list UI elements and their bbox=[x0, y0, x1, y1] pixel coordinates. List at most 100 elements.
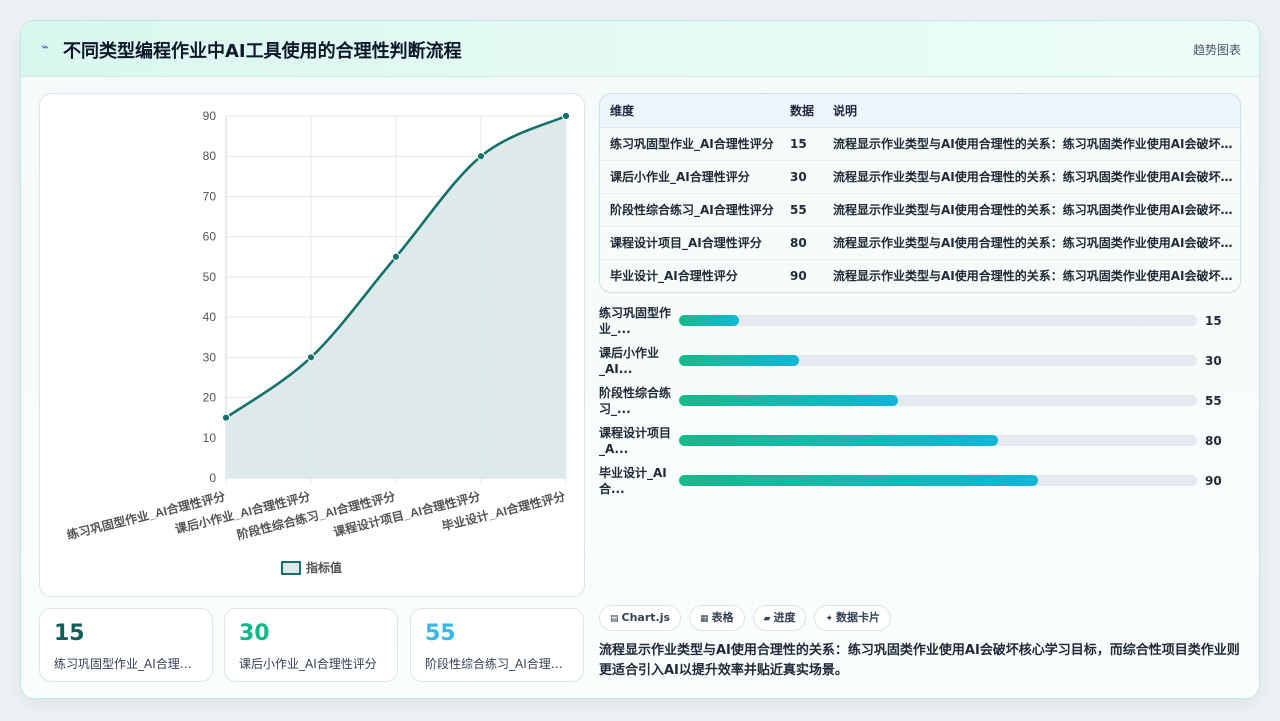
stat-card-3: 55 阶段性综合练习_AI合理性评分 bbox=[410, 608, 584, 682]
page-title: 不同类型编程作业中AI工具使用的合理性判断流程 bbox=[63, 41, 462, 62]
table-cell-value: 55 bbox=[780, 193, 823, 227]
table-cell-value: 30 bbox=[780, 160, 823, 194]
x-tick-label: 课程设计项目_AI合理性评分 bbox=[332, 488, 482, 539]
tag-label: 表格 bbox=[711, 611, 734, 624]
dashboard-card: ⌁ 不同类型编程作业中AI工具使用的合理性判断流程 趋势图表 0 10 20 30 40… bbox=[20, 20, 1260, 699]
table-row: 课后小作业_AI合理性评分 30 流程显示作业类型与AI使用合理性的关系：练习巩… bbox=[600, 160, 1240, 194]
tag-label: Chart.js bbox=[621, 611, 671, 624]
progress-fill bbox=[679, 435, 998, 446]
header: ⌁ 不同类型编程作业中AI工具使用的合理性判断流程 趋势图表 bbox=[21, 21, 1259, 77]
data-point bbox=[476, 152, 486, 161]
progress-row: 课后小作业_AI... 30 bbox=[599, 343, 1241, 383]
chart-type-badge: 趋势图表 bbox=[1192, 43, 1241, 57]
table-header-value: 数据 bbox=[780, 94, 823, 128]
progress-fill bbox=[679, 355, 799, 366]
table-row: 课程设计项目_AI合理性评分 80 流程显示作业类型与AI使用合理性的关系：练习… bbox=[600, 226, 1240, 260]
data-point bbox=[221, 413, 231, 422]
view-tags: ▤ Chart.js ▦ 表格 ▰ 进度 ✦ 数据卡片 bbox=[599, 605, 892, 631]
table-row: 练习巩固型作业_AI合理性评分 15 流程显示作业类型与AI使用合理性的关系：练… bbox=[600, 127, 1240, 161]
data-table: 维度 数据 说明 练习巩固型作业_AI合理性评分 15 流程显示作业类型与AI使… bbox=[600, 94, 1240, 292]
progress-fill bbox=[679, 315, 739, 326]
y-tick-label: 10 bbox=[203, 431, 217, 445]
progress-value: 80 bbox=[1205, 434, 1222, 448]
progress-label: 练习巩固型作业_... bbox=[599, 306, 672, 336]
table-cell-value: 15 bbox=[780, 127, 823, 161]
progress-row: 毕业设计_AI合... 90 bbox=[599, 463, 1241, 503]
trend-icon: ⌁ bbox=[41, 40, 49, 55]
y-tick-label: 50 bbox=[203, 270, 217, 284]
data-point bbox=[391, 252, 401, 261]
tag-label: 数据卡片 bbox=[836, 611, 881, 624]
tag-label: 进度 bbox=[773, 611, 796, 624]
table-cell-dimension: 阶段性综合练习_AI合理性评分 bbox=[600, 193, 780, 227]
stat-card-label: 课后小作业_AI合理性评分 bbox=[239, 657, 377, 671]
tag-data-cards[interactable]: ✦ 数据卡片 bbox=[814, 605, 892, 631]
tag-table[interactable]: ▦ 表格 bbox=[689, 605, 745, 631]
table-cell-dimension: 毕业设计_AI合理性评分 bbox=[610, 269, 738, 284]
line-chart-panel: 0 10 20 30 40 50 60 70 80 90 练习巩固型作业_AI合理性评分 课后小作业_… bbox=[39, 93, 585, 597]
table-row: 阶段性综合练习_AI合理性评分 55 流程显示作业类型与AI使用合理性的关系：练… bbox=[600, 193, 1240, 227]
y-tick-label: 70 bbox=[203, 189, 217, 203]
summary-text: 流程显示作业类型与AI使用合理性的关系：练习巩固类作业使用AI会破坏核心学习目标… bbox=[599, 643, 1240, 678]
table-cell-description: 流程显示作业类型与AI使用合理性的关系：练习巩固类作业使用AI会破坏核心学习目标… bbox=[823, 160, 1240, 194]
table-cell-description: 流程显示作业类型与AI使用合理性的关系：练习巩固类作业使用AI会破坏核心学习目标… bbox=[823, 127, 1240, 161]
progress-label: 课后小作业_AI... bbox=[599, 346, 660, 376]
y-tick-label: 60 bbox=[203, 230, 217, 244]
progress-value: 55 bbox=[1205, 394, 1222, 408]
table-cell-value: 90 bbox=[790, 268, 807, 283]
progress-track bbox=[679, 435, 1197, 446]
table-row: 毕业设计_AI合理性评分 90 流程显示作业类型与AI使用合理性的关系：练习巩固… bbox=[600, 259, 1240, 292]
progress-label: 毕业设计_AI合... bbox=[599, 466, 667, 496]
y-tick-label: 80 bbox=[203, 149, 217, 163]
table-cell-dimension: 课程设计项目_AI合理性评分 bbox=[600, 226, 780, 260]
table-icon: ▦ bbox=[700, 614, 709, 624]
y-tick-label: 90 bbox=[203, 109, 217, 123]
table-header-description: 说明 bbox=[823, 94, 1240, 128]
legend-label: 指标值 bbox=[306, 560, 342, 575]
data-point bbox=[306, 353, 316, 362]
tag-chartjs[interactable]: ▤ Chart.js bbox=[599, 605, 682, 631]
table-header-row: 维度 数据 说明 bbox=[600, 94, 1240, 128]
progress-row: 课程设计项目_A... 80 bbox=[599, 423, 1241, 463]
card-icon: ✦ bbox=[825, 614, 834, 624]
tag-progress[interactable]: ▰ 进度 bbox=[752, 605, 807, 631]
y-tick-label: 0 bbox=[209, 471, 216, 485]
line-chart: 0102030405060708090练习巩固型作业_AI合理性评分课后小作业_… bbox=[65, 109, 571, 575]
table-cell-dimension: 课后小作业_AI合理性评分 bbox=[600, 160, 780, 194]
stat-card-value: 55 bbox=[425, 621, 456, 646]
y-tick-label: 30 bbox=[203, 350, 217, 364]
table-cell-description: 流程显示作业类型与AI使用合理性的关系：练习巩固类作业使用AI会破坏核心学习目标… bbox=[833, 269, 1240, 284]
progress-row: 阶段性综合练习_... 55 bbox=[599, 383, 1241, 423]
stat-card-label: 练习巩固型作业_AI合理性评分 bbox=[54, 657, 202, 671]
progress-label: 阶段性综合练习_... bbox=[599, 386, 672, 416]
stat-card-value: 15 bbox=[54, 621, 85, 646]
stat-card-label: 阶段性综合练习_AI合理性评分 bbox=[425, 657, 573, 671]
progress-value: 30 bbox=[1205, 354, 1222, 368]
progress-label: 课程设计项目_A... bbox=[599, 426, 672, 456]
progress-fill bbox=[679, 475, 1038, 486]
table-cell-value: 80 bbox=[780, 226, 823, 260]
chart-icon: ▤ bbox=[610, 614, 619, 624]
progress-track bbox=[679, 395, 1197, 406]
progress-value: 90 bbox=[1205, 474, 1222, 488]
y-tick-label: 40 bbox=[203, 310, 217, 324]
table-header-dimension: 维度 bbox=[600, 94, 780, 128]
progress-fill bbox=[679, 395, 899, 406]
progress-value: 15 bbox=[1205, 314, 1222, 328]
progress-list: 练习巩固型作业_... 15 课后小作业_AI... 30 阶段性综合练习_..… bbox=[599, 303, 1241, 503]
table-cell-dimension: 练习巩固型作业_AI合理性评分 bbox=[600, 127, 780, 161]
stat-card-2: 30 课后小作业_AI合理性评分 bbox=[224, 608, 398, 682]
stat-card-1: 15 练习巩固型作业_AI合理性评分 bbox=[39, 608, 213, 682]
table-cell-description: 流程显示作业类型与AI使用合理性的关系：练习巩固类作业使用AI会破坏核心学习目标… bbox=[823, 193, 1240, 227]
data-point bbox=[561, 111, 571, 121]
progress-track bbox=[679, 315, 1197, 326]
y-tick-label: 20 bbox=[203, 391, 217, 405]
table-cell-description: 流程显示作业类型与AI使用合理性的关系：练习巩固类作业使用AI会破坏核心学习目标… bbox=[823, 226, 1240, 260]
legend-swatch bbox=[281, 561, 301, 575]
progress-icon: ▰ bbox=[763, 614, 771, 624]
progress-row: 练习巩固型作业_... 15 bbox=[599, 303, 1241, 343]
stat-card-value: 30 bbox=[239, 621, 270, 646]
data-table-panel: 维度 数据 说明 练习巩固型作业_AI合理性评分 15 流程显示作业类型与AI使… bbox=[599, 93, 1241, 293]
progress-track bbox=[679, 475, 1197, 486]
progress-track bbox=[679, 355, 1197, 366]
